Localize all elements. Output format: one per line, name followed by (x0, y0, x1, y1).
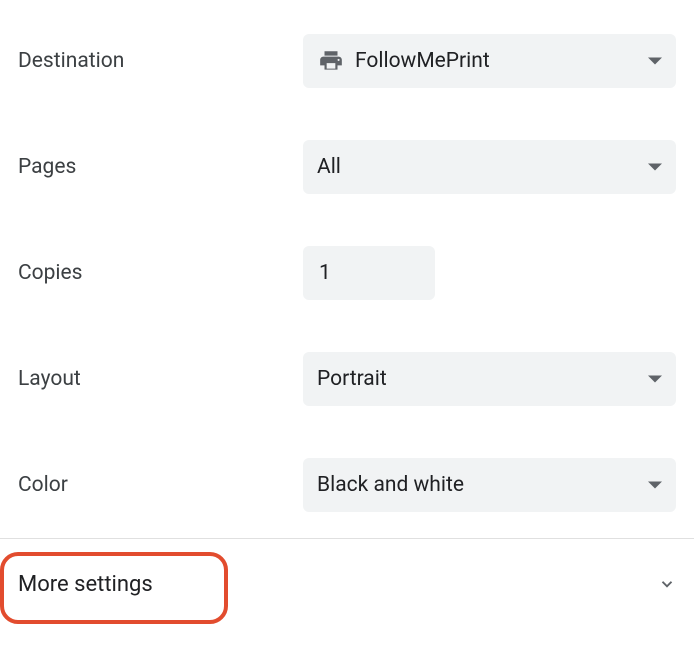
copies-row: Copies 1 (0, 220, 694, 326)
caret-down-icon (648, 478, 662, 492)
pages-row: Pages All (0, 114, 694, 220)
copies-label: Copies (18, 261, 303, 285)
chevron-down-icon (658, 575, 676, 593)
pages-label: Pages (18, 155, 303, 179)
layout-select[interactable]: Portrait (303, 352, 676, 406)
print-settings-panel: Destination FollowMePrint Pages All (0, 0, 694, 629)
layout-value: Portrait (317, 367, 648, 391)
caret-down-icon (648, 160, 662, 174)
color-control-wrap: Black and white (303, 458, 676, 512)
color-select[interactable]: Black and white (303, 458, 676, 512)
destination-row: Destination FollowMePrint (0, 8, 694, 114)
color-row: Color Black and white (0, 432, 694, 538)
layout-control-wrap: Portrait (303, 352, 676, 406)
destination-select[interactable]: FollowMePrint (303, 34, 676, 88)
copies-control-wrap: 1 (303, 246, 676, 300)
caret-down-icon (648, 54, 662, 68)
layout-label: Layout (18, 367, 303, 391)
more-settings-toggle[interactable]: More settings (0, 539, 694, 629)
copies-value: 1 (319, 261, 331, 285)
destination-control-wrap: FollowMePrint (303, 34, 676, 88)
destination-value: FollowMePrint (355, 49, 648, 73)
printer-icon (317, 48, 355, 74)
pages-value: All (317, 155, 648, 179)
pages-control-wrap: All (303, 140, 676, 194)
more-settings-label: More settings (18, 572, 153, 597)
caret-down-icon (648, 372, 662, 386)
pages-select[interactable]: All (303, 140, 676, 194)
destination-label: Destination (18, 49, 303, 73)
copies-input[interactable]: 1 (303, 246, 435, 300)
color-label: Color (18, 473, 303, 497)
color-value: Black and white (317, 473, 648, 497)
layout-row: Layout Portrait (0, 326, 694, 432)
more-settings-label-wrap: More settings (18, 554, 197, 615)
